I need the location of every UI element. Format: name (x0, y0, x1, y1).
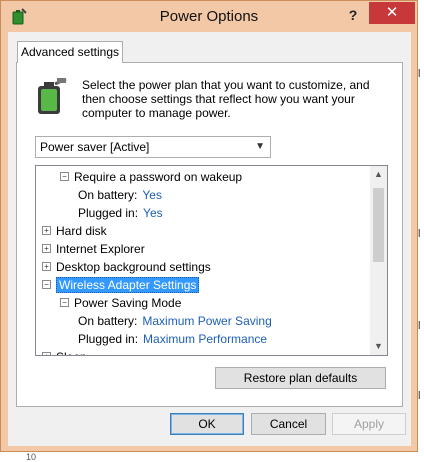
help-button[interactable]: ? (341, 5, 365, 25)
tree-node-row[interactable]: + Hard disk (42, 222, 107, 240)
tree-label: On battery: (78, 188, 138, 202)
collapse-icon[interactable]: − (60, 172, 69, 181)
apply-button[interactable]: Apply (332, 413, 406, 435)
tree-label: Plugged in: (78, 332, 139, 346)
tree-scrollbar[interactable]: ▲ ▼ (370, 166, 387, 355)
tree-value-row[interactable]: On battery: Maximum Power Saving (78, 312, 272, 330)
expand-icon[interactable]: + (42, 352, 51, 355)
expand-icon[interactable]: + (42, 244, 51, 253)
tree-label: Power Saving Mode (74, 296, 182, 310)
tree-setting-value[interactable]: Yes (143, 206, 163, 220)
settings-tree[interactable]: ▲ ▼ − Require a password on wakeup On batt… (35, 165, 388, 356)
tree-label: Sleep (56, 350, 87, 355)
background-line-number: 10 (26, 452, 37, 462)
tree-node-row[interactable]: − Require a password on wakeup (60, 168, 242, 186)
tree-label: Plugged in: (78, 206, 139, 220)
tree-node-row[interactable]: − Wireless Adapter Settings (42, 276, 200, 294)
title-bar[interactable]: Power Options ? ✕ (1, 1, 417, 33)
background-mark: l (418, 390, 421, 402)
background-mark: l (418, 68, 421, 80)
tree-node-row[interactable]: + Desktop background settings (42, 258, 211, 276)
scroll-up-icon[interactable]: ▲ (370, 166, 387, 183)
cancel-button[interactable]: Cancel (251, 413, 326, 435)
chevron-down-icon: ▼ (255, 141, 265, 152)
tree-label: Hard disk (56, 224, 107, 238)
ok-button[interactable]: OK (170, 413, 244, 435)
tree-value-row[interactable]: Plugged in: Yes (78, 204, 163, 222)
tree-node-row[interactable]: + Sleep (42, 348, 87, 355)
tree-value-row[interactable]: Plugged in: Maximum Performance (78, 330, 267, 348)
tree-node-row[interactable]: − Power Saving Mode (60, 294, 181, 312)
background-mark: l (418, 228, 421, 240)
tab-advanced-settings[interactable]: Advanced settings (17, 41, 123, 63)
expand-icon[interactable]: + (42, 262, 51, 271)
power-options-dialog: Power Options ? ✕ Advanced settings Sele… (0, 0, 418, 452)
collapse-icon[interactable]: − (60, 298, 69, 307)
scroll-down-icon[interactable]: ▼ (370, 338, 387, 355)
instructions-text: Select the power plan that you want to c… (82, 78, 370, 120)
power-plan-value: Power saver [Active] (40, 140, 150, 154)
tree-setting-value[interactable]: Maximum Performance (143, 332, 267, 346)
tree-label: On battery: (78, 314, 138, 328)
background-mark: l (418, 320, 421, 332)
background-window-edge: l l l l (418, 0, 424, 459)
tree-setting-value[interactable]: Maximum Power Saving (142, 314, 271, 328)
power-plan-dropdown[interactable]: Power saver [Active] ▼ (35, 136, 271, 158)
power-plan-icon (38, 78, 67, 114)
tree-node-row[interactable]: + Internet Explorer (42, 240, 145, 258)
tree-label: Desktop background settings (56, 260, 211, 274)
tree-label: Require a password on wakeup (74, 170, 243, 184)
restore-plan-defaults-button[interactable]: Restore plan defaults (215, 367, 386, 389)
scroll-thumb[interactable] (373, 188, 384, 262)
tree-setting-value[interactable]: Yes (142, 188, 162, 202)
expand-icon[interactable]: + (42, 226, 51, 235)
tree-label: Wireless Adapter Settings (56, 277, 200, 293)
close-button[interactable]: ✕ (369, 2, 415, 24)
collapse-icon[interactable]: − (42, 280, 51, 289)
tree-value-row[interactable]: On battery: Yes (78, 186, 162, 204)
tree-label: Internet Explorer (56, 242, 145, 256)
dialog-client-area: Advanced settings Select the power plan … (8, 32, 411, 446)
